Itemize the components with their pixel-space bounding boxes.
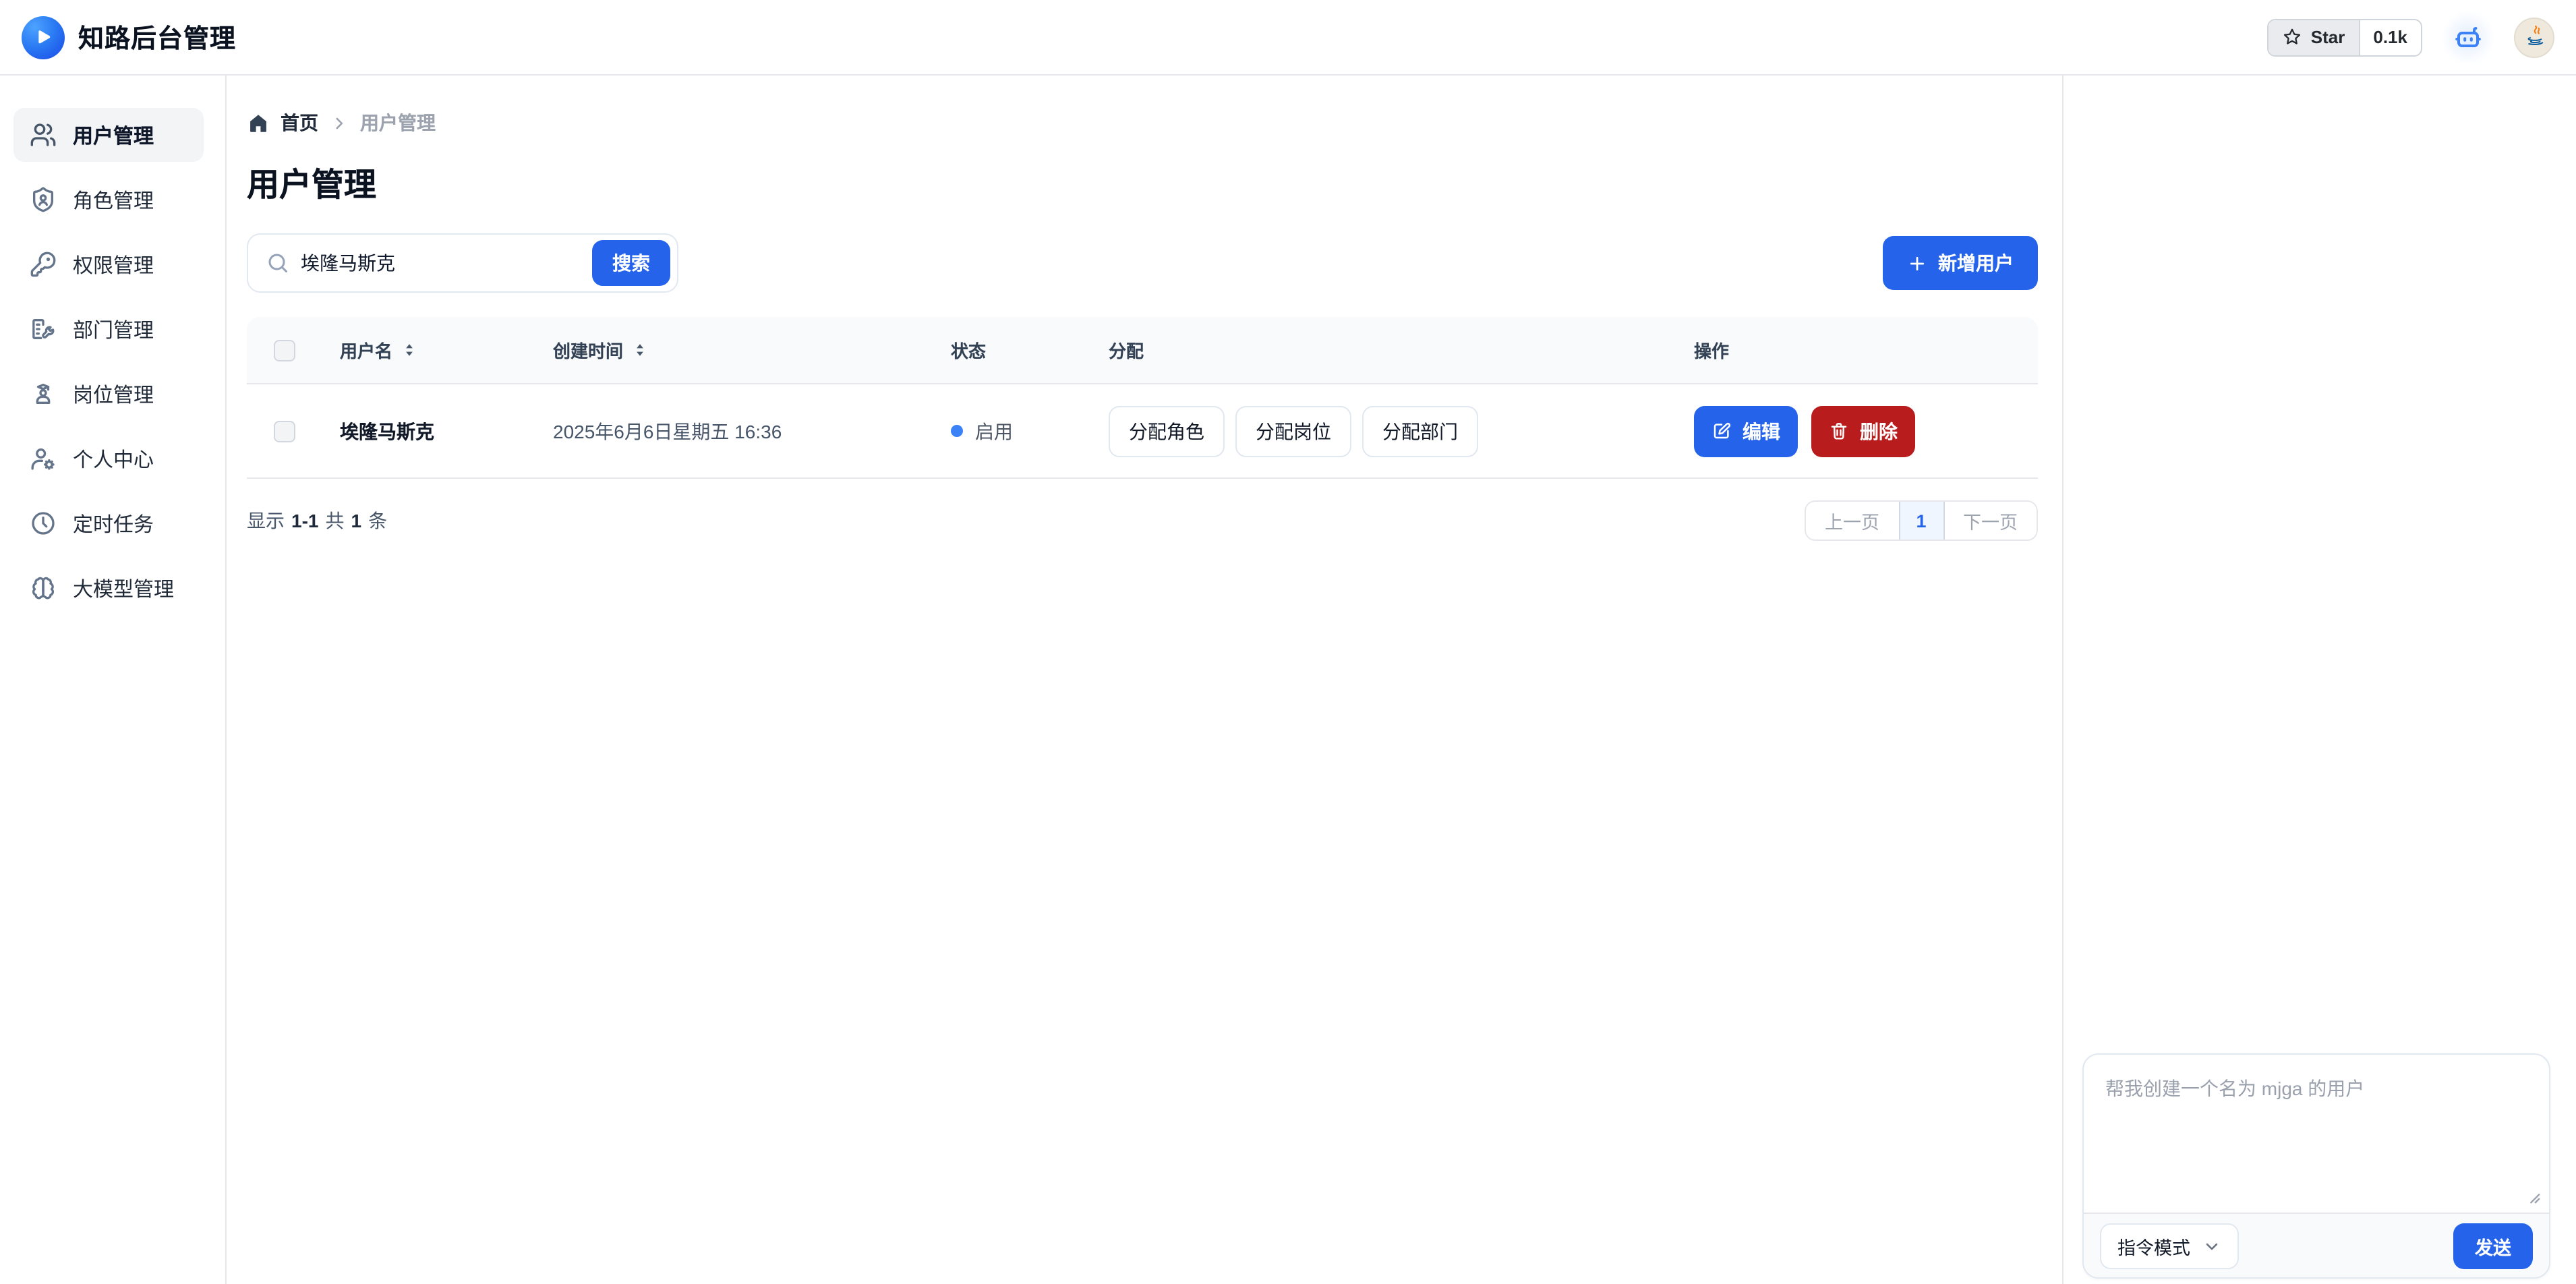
key-icon	[30, 251, 57, 278]
mode-select-value: 指令模式	[2117, 1232, 2190, 1259]
resize-handle-icon[interactable]	[2526, 1190, 2541, 1204]
department-wrench-icon	[30, 316, 57, 343]
users-icon	[30, 121, 57, 148]
ai-assistant-button[interactable]	[2441, 10, 2495, 64]
chat-input[interactable]	[2084, 1055, 2549, 1213]
search-input[interactable]	[301, 252, 581, 274]
sidebar-item-label: 岗位管理	[73, 380, 154, 408]
search-icon	[266, 251, 290, 275]
chevron-down-icon	[2202, 1236, 2221, 1255]
app-title: 知路后台管理	[78, 19, 236, 55]
main-layout: 用户管理 角色管理 权限管理 部门管理 岗位管理 个人中心	[0, 76, 2576, 1284]
sidebar-item-llm-management[interactable]: 大模型管理	[13, 561, 204, 615]
app-root: 知路后台管理 Star 0.1k	[0, 0, 2576, 1284]
sort-arrows-icon	[401, 341, 418, 359]
main-content: 首页 用户管理 用户管理 搜索 新增用户	[227, 76, 2063, 1284]
page-title: 用户管理	[247, 166, 2038, 206]
sidebar-item-label: 个人中心	[73, 444, 154, 473]
table-header-row: 用户名 创建时间 状态 分配 操作	[247, 317, 2038, 384]
sidebar-item-roles[interactable]: 角色管理	[13, 173, 204, 227]
row-checkbox[interactable]	[274, 420, 295, 442]
sort-by-created[interactable]: 创建时间	[553, 337, 649, 363]
next-page-button[interactable]: 下一页	[1944, 502, 2037, 539]
pagination-bar: 显示1-1共1条 上一页 1 下一页	[247, 500, 2038, 541]
shield-user-icon	[30, 186, 57, 213]
status-badge: 启用	[951, 417, 1109, 444]
chat-composer-card: 指令模式 发送	[2082, 1053, 2550, 1279]
chat-input-wrap	[2084, 1055, 2549, 1213]
sidebar-item-label: 定时任务	[73, 509, 154, 537]
sidebar-item-label: 角色管理	[73, 185, 154, 214]
star-count[interactable]: 0.1k	[2360, 20, 2421, 55]
chevron-right-icon	[330, 114, 348, 132]
edit-pencil-icon	[1711, 421, 1732, 441]
assign-position-button[interactable]: 分配岗位	[1235, 405, 1351, 457]
status-header: 状态	[951, 337, 1109, 363]
ai-chat-panel: 指令模式 发送	[2063, 76, 2576, 1284]
sidebar-item-label: 部门管理	[73, 315, 154, 343]
sidebar-nav: 用户管理 角色管理 权限管理 部门管理 岗位管理 个人中心	[0, 76, 227, 1284]
users-table: 用户名 创建时间 状态 分配 操作	[247, 317, 2038, 479]
search-button[interactable]: 搜索	[592, 240, 670, 286]
trash-icon	[1829, 421, 1849, 441]
assign-header: 分配	[1109, 337, 1694, 363]
plus-icon	[1907, 253, 1927, 273]
breadcrumb: 首页 用户管理	[247, 109, 2038, 136]
user-gear-icon	[30, 445, 57, 472]
page-number-button[interactable]: 1	[1898, 502, 1944, 539]
sidebar-item-profile[interactable]: 个人中心	[13, 432, 204, 486]
edit-button[interactable]: 编辑	[1694, 405, 1798, 457]
assign-role-button[interactable]: 分配角色	[1109, 405, 1225, 457]
prev-page-button[interactable]: 上一页	[1806, 502, 1898, 539]
pagination-summary: 显示1-1共1条	[247, 507, 387, 534]
sidebar-item-scheduled-tasks[interactable]: 定时任务	[13, 496, 204, 550]
actions-header: 操作	[1694, 337, 2038, 363]
home-icon	[247, 111, 270, 134]
select-all-checkbox[interactable]	[274, 339, 295, 361]
sidebar-item-departments[interactable]: 部门管理	[13, 302, 204, 356]
toolbar: 搜索 新增用户	[247, 233, 2038, 293]
pager: 上一页 1 下一页	[1805, 500, 2038, 541]
sidebar-item-label: 权限管理	[73, 250, 154, 279]
table-row: 埃隆马斯克 2025年6月6日星期五 16:36 启用 分配角色 分配岗位 分配…	[247, 384, 2038, 479]
delete-button[interactable]: 删除	[1811, 405, 1915, 457]
top-header: 知路后台管理 Star 0.1k	[0, 0, 2576, 76]
sort-by-username[interactable]: 用户名	[340, 337, 418, 363]
github-star-widget[interactable]: Star 0.1k	[2268, 18, 2422, 56]
breadcrumb-current: 用户管理	[360, 109, 436, 136]
sidebar-item-label: 大模型管理	[73, 574, 174, 602]
brain-icon	[30, 575, 57, 602]
robot-icon	[2452, 21, 2484, 53]
breadcrumb-home-link[interactable]: 首页	[247, 109, 318, 136]
app-logo-icon	[22, 16, 65, 59]
star-label: Star	[2311, 27, 2345, 47]
chat-footer: 指令模式 发送	[2084, 1213, 2549, 1277]
cell-username: 埃隆马斯克	[340, 417, 553, 444]
status-dot-icon	[951, 425, 963, 437]
graduate-icon	[30, 380, 57, 407]
sidebar-item-users[interactable]: 用户管理	[13, 108, 204, 162]
assign-department-button[interactable]: 分配部门	[1362, 405, 1478, 457]
send-button[interactable]: 发送	[2453, 1223, 2533, 1268]
clock-icon	[30, 510, 57, 537]
java-logo-icon	[2521, 24, 2547, 50]
mode-select[interactable]: 指令模式	[2100, 1223, 2239, 1268]
sort-arrows-icon	[631, 341, 649, 359]
star-button[interactable]: Star	[2269, 20, 2360, 55]
user-avatar[interactable]	[2514, 17, 2554, 57]
add-user-button[interactable]: 新增用户	[1883, 236, 2038, 290]
star-icon	[2283, 27, 2303, 47]
cell-created-time: 2025年6月6日星期五 16:36	[553, 417, 951, 444]
sidebar-item-positions[interactable]: 岗位管理	[13, 367, 204, 421]
search-box: 搜索	[247, 233, 678, 293]
sidebar-item-label: 用户管理	[73, 121, 154, 149]
sidebar-item-permissions[interactable]: 权限管理	[13, 237, 204, 291]
